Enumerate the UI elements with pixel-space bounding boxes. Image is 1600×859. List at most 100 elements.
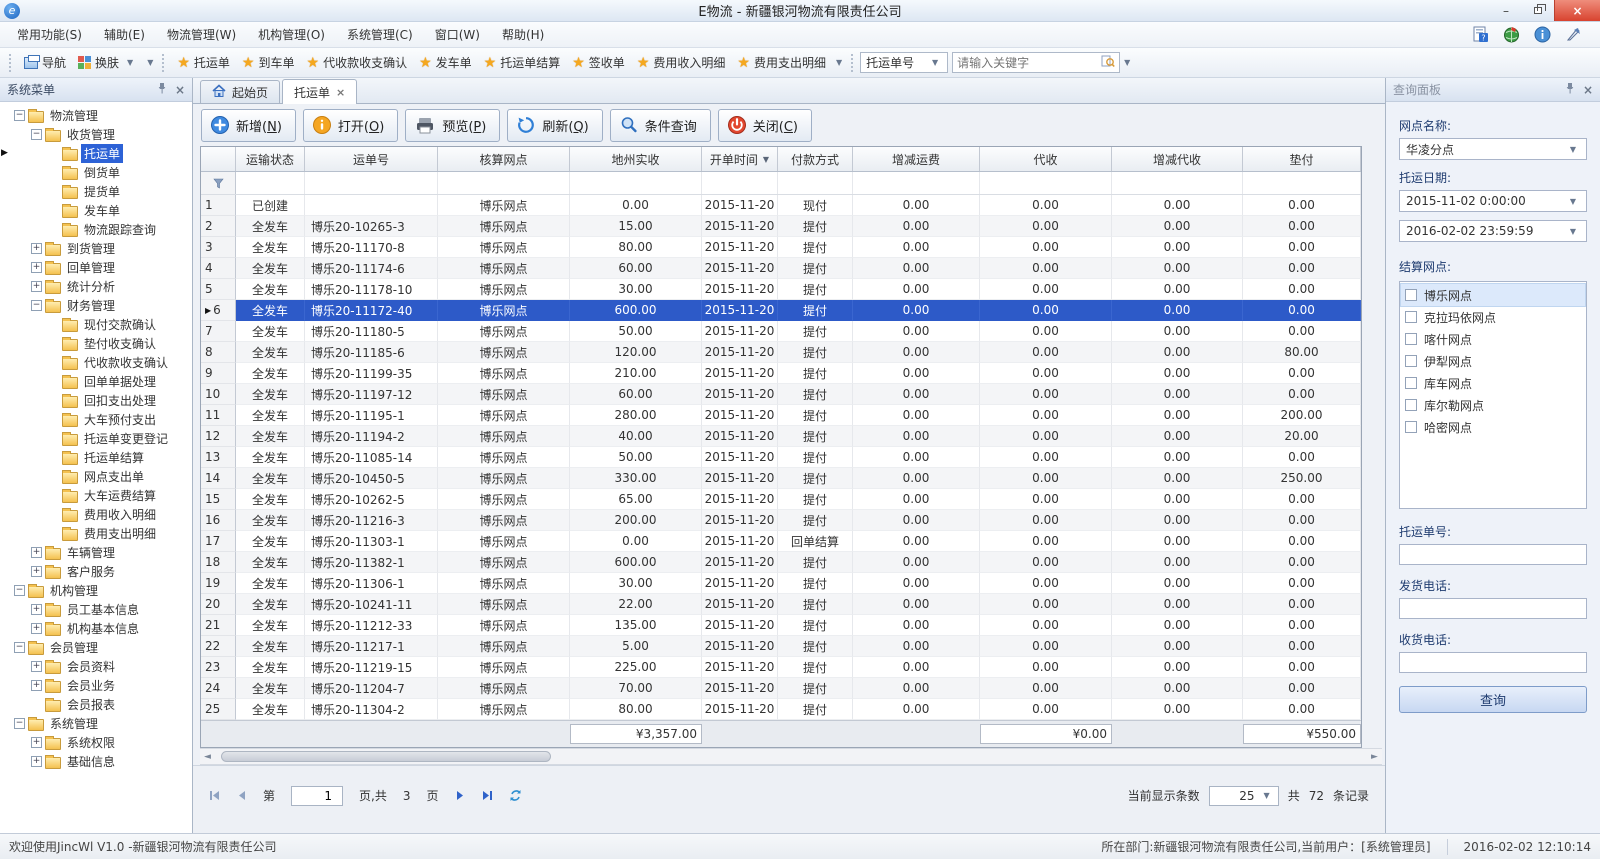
first-page-icon[interactable] [209, 790, 221, 801]
expand-icon[interactable]: + [31, 623, 42, 634]
tree-item[interactable]: +会员业务 [14, 676, 192, 695]
restore-button[interactable] [1522, 0, 1554, 21]
column-header-8[interactable]: 代收 [980, 147, 1112, 171]
tree-item[interactable]: −财务管理 [14, 296, 192, 315]
column-header-10[interactable]: 垫付 [1243, 147, 1361, 171]
close-button[interactable]: × [1554, 0, 1600, 21]
filter-cell[interactable] [305, 172, 438, 194]
tree-item[interactable]: +机构基本信息 [14, 619, 192, 638]
refresh-button[interactable]: 刷新(Q) [507, 109, 602, 142]
tree-item[interactable]: 托运单 [14, 144, 192, 163]
menu-item[interactable]: 机构管理(O) [247, 25, 336, 45]
tree-item[interactable]: 费用收入明细 [14, 505, 192, 524]
info-icon[interactable] [1534, 26, 1551, 43]
table-row[interactable]: 17全发车博乐20-11303-1博乐网点0.002015-11-20回单结算0… [201, 531, 1361, 552]
tree-item[interactable]: +系统权限 [14, 733, 192, 752]
checkbox-icon[interactable] [1405, 421, 1417, 433]
table-row[interactable]: 18全发车博乐20-11382-1博乐网点600.002015-11-20提付0… [201, 552, 1361, 573]
tree-item[interactable]: −收货管理 [14, 125, 192, 144]
tree-item[interactable]: +统计分析 [14, 277, 192, 296]
tree-item[interactable]: 大车运费结算 [14, 486, 192, 505]
table-row[interactable]: 23全发车博乐20-11219-15博乐网点225.002015-11-20提付… [201, 657, 1361, 678]
filter-cell[interactable] [438, 172, 570, 194]
table-row[interactable]: 20全发车博乐20-10241-11博乐网点22.002015-11-20提付0… [201, 594, 1361, 615]
tree-item[interactable]: +车辆管理 [14, 543, 192, 562]
favorite-item[interactable]: ★托运单结算 [478, 54, 567, 71]
search-icon[interactable] [1101, 54, 1115, 71]
date-to-select[interactable]: 2016-02-02 23:59:59 ▼ [1399, 220, 1587, 242]
checkbox-icon[interactable] [1405, 311, 1417, 323]
tree-item[interactable]: +会员资料 [14, 657, 192, 676]
pin-icon[interactable] [157, 82, 167, 97]
page-number-input[interactable] [291, 786, 343, 806]
column-header-7[interactable]: 增减运费 [853, 147, 980, 171]
tree-item[interactable]: 发车单 [14, 201, 192, 220]
help-doc-icon[interactable]: ? [1472, 26, 1489, 43]
scroll-left-icon[interactable]: ◄ [200, 752, 215, 762]
table-row[interactable]: 22全发车博乐20-11217-1博乐网点5.002015-11-20提付0.0… [201, 636, 1361, 657]
search-input[interactable] [957, 56, 1101, 70]
tree-item[interactable]: 现付交款确认 [14, 315, 192, 334]
tree-item[interactable]: 托运单结算 [14, 448, 192, 467]
horizontal-scrollbar[interactable]: ◄ ► [200, 748, 1382, 765]
table-row[interactable]: 19全发车博乐20-11306-1博乐网点30.002015-11-20提付0.… [201, 573, 1361, 594]
minimize-button[interactable]: – [1490, 0, 1522, 21]
page-size-select[interactable]: 25 ▼ [1209, 786, 1279, 806]
close-button[interactable]: 关闭(C) [718, 109, 812, 142]
last-page-icon[interactable] [481, 790, 493, 801]
tree-item[interactable]: 大车预付支出 [14, 410, 192, 429]
table-row[interactable]: 8全发车博乐20-11185-6博乐网点120.002015-11-20提付0.… [201, 342, 1361, 363]
next-page-icon[interactable] [455, 790, 465, 801]
settle-site-option[interactable]: 喀什网点 [1401, 328, 1585, 350]
tree-item[interactable]: 回扣支出处理 [14, 391, 192, 410]
table-row[interactable]: 1已创建博乐网点0.002015-11-20现付0.000.000.000.00 [201, 195, 1361, 216]
table-row[interactable]: 21全发车博乐20-11212-33博乐网点135.002015-11-20提付… [201, 615, 1361, 636]
collapse-icon[interactable]: − [14, 718, 25, 729]
table-row[interactable]: 9全发车博乐20-11199-35博乐网点210.002015-11-20提付0… [201, 363, 1361, 384]
checkbox-icon[interactable] [1405, 377, 1417, 389]
waybill-no-input[interactable] [1399, 544, 1587, 565]
tree-item[interactable]: 费用支出明细 [14, 524, 192, 543]
column-header-9[interactable]: 增减代收 [1112, 147, 1243, 171]
checkbox-icon[interactable] [1405, 399, 1417, 411]
table-row[interactable]: 7全发车博乐20-11180-5博乐网点50.002015-11-20提付0.0… [201, 321, 1361, 342]
column-header-2[interactable]: 运单号 [305, 147, 438, 171]
favorites-overflow-icon[interactable]: ▼ [832, 58, 846, 67]
preview-button[interactable]: 预览(P) [405, 109, 500, 142]
table-row[interactable]: 4全发车博乐20-11174-6博乐网点60.002015-11-20提付0.0… [201, 258, 1361, 279]
checkbox-icon[interactable] [1405, 333, 1417, 345]
expand-icon[interactable]: + [31, 243, 42, 254]
search-field-select[interactable]: 托运单号 ▼ [860, 52, 948, 73]
globe-icon[interactable] [1503, 26, 1520, 43]
expand-icon[interactable]: + [31, 756, 42, 767]
tree-item[interactable]: 托运单变更登记 [14, 429, 192, 448]
collapse-icon[interactable]: − [31, 129, 42, 140]
skin-button[interactable]: 换肤 ▼ [72, 52, 143, 73]
favorite-item[interactable]: ★代收款收支确认 [301, 54, 414, 71]
table-row[interactable]: 24全发车博乐20-11204-7博乐网点70.002015-11-20提付0.… [201, 678, 1361, 699]
tab-start-page[interactable]: 起始页 [200, 80, 280, 103]
tree-item[interactable]: −机构管理 [14, 581, 192, 600]
refresh-page-icon[interactable] [509, 789, 522, 802]
site-name-select[interactable]: 华凌分点 ▼ [1399, 138, 1587, 160]
tree-item[interactable]: 垫付收支确认 [14, 334, 192, 353]
tree-item[interactable]: 倒货单 [14, 163, 192, 182]
filter-cell[interactable] [1112, 172, 1243, 194]
add-button[interactable]: 新增(N) [201, 109, 296, 142]
settle-site-option[interactable]: 库尔勒网点 [1401, 394, 1585, 416]
tree-item[interactable]: −会员管理 [14, 638, 192, 657]
toolbar-grip[interactable] [162, 54, 166, 72]
tree-item[interactable]: +回单管理 [14, 258, 192, 277]
tree-item[interactable]: 代收款收支确认 [14, 353, 192, 372]
tree-item[interactable]: +客户服务 [14, 562, 192, 581]
ship-phone-input[interactable] [1399, 598, 1587, 619]
tree-item[interactable]: +到货管理 [14, 239, 192, 258]
toolbar-grip[interactable] [851, 54, 855, 72]
tree-item[interactable]: +员工基本信息 [14, 600, 192, 619]
filter-cell[interactable] [853, 172, 980, 194]
checkbox-icon[interactable] [1405, 355, 1417, 367]
table-row[interactable]: 11全发车博乐20-11195-1博乐网点280.002015-11-20提付0… [201, 405, 1361, 426]
expand-icon[interactable]: + [31, 737, 42, 748]
expand-icon[interactable]: + [31, 680, 42, 691]
scrollbar-thumb[interactable] [221, 751, 551, 762]
